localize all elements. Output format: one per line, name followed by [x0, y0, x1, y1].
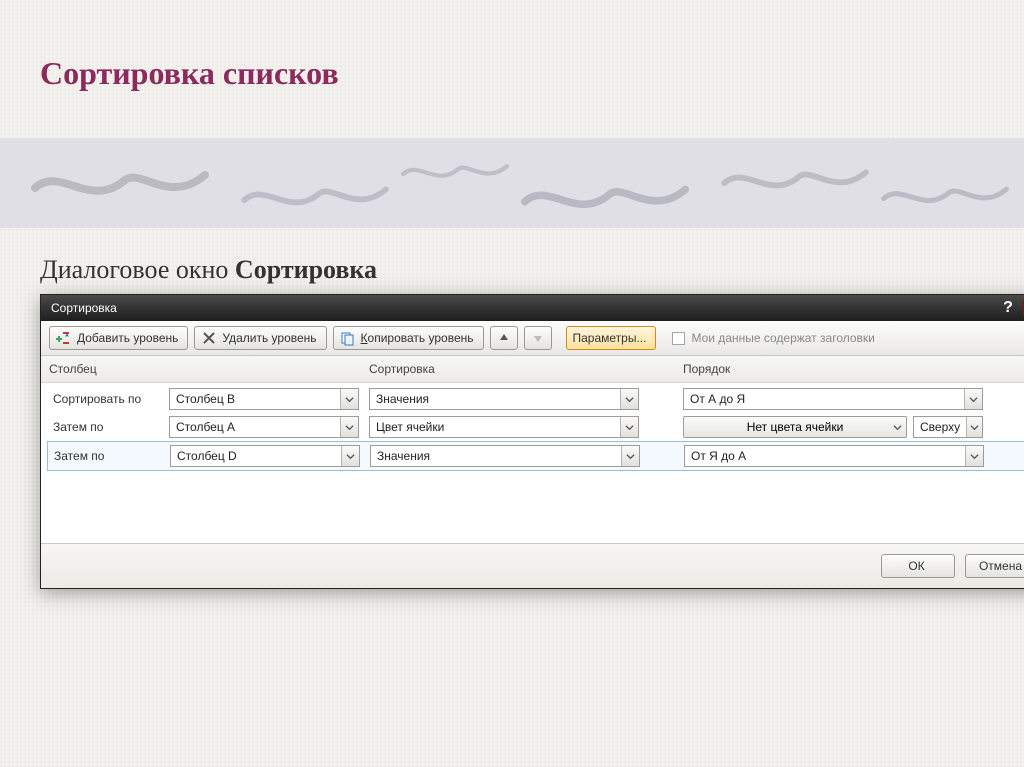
dialog-toolbar: Добавить уровень Удалить уровень Копиров…: [41, 321, 1024, 356]
subtitle-bold: Сортировка: [235, 255, 377, 284]
chevron-down-icon: [893, 417, 902, 437]
header-column: Столбец: [49, 362, 369, 376]
chevron-down-icon: [964, 389, 982, 409]
order-combo[interactable]: От А до Я: [683, 388, 983, 410]
arrow-up-icon: [499, 333, 509, 343]
sort-row[interactable]: Затем по Столбец A Цвет ячейки Нет цвета…: [47, 413, 1024, 441]
row-label: Затем по: [50, 449, 170, 463]
order-value: От Я до А: [685, 449, 965, 463]
subtitle: Диалоговое окно Сортировка: [40, 255, 377, 285]
copy-icon: [340, 330, 356, 346]
sorton-value: Значения: [370, 392, 620, 406]
chevron-down-icon: [620, 417, 638, 437]
row-label: Сортировать по: [49, 392, 169, 406]
sort-row[interactable]: Затем по Столбец D Значения От Я до А: [47, 441, 1024, 471]
column-combo[interactable]: Столбец A: [169, 416, 359, 438]
chevron-down-icon: [340, 417, 358, 437]
header-sorton: Сортировка: [369, 362, 683, 376]
swirl-icon: [880, 172, 1010, 218]
headers-checkbox-label: Мои данные содержат заголовки: [691, 331, 874, 345]
dialog-titlebar[interactable]: Сортировка ?: [41, 295, 1024, 321]
sorton-combo[interactable]: Значения: [370, 445, 640, 467]
move-up-button[interactable]: [490, 326, 518, 350]
delete-level-label: Удалить уровень: [222, 331, 316, 345]
swirl-icon: [400, 148, 510, 194]
color-combo[interactable]: Нет цвета ячейки: [683, 416, 907, 438]
grid-body: Сортировать по Столбец B Значения От А д…: [41, 383, 1024, 543]
copy-level-button[interactable]: Копировать уровень: [333, 326, 484, 350]
column-value: Столбец A: [170, 420, 340, 434]
subtitle-prefix: Диалоговое окно: [40, 255, 235, 284]
column-combo[interactable]: Столбец B: [169, 388, 359, 410]
add-level-label: Добавить уровень: [77, 331, 178, 345]
grid-headers: Столбец Сортировка Порядок: [41, 356, 1024, 383]
chevron-down-icon: [340, 389, 358, 409]
chevron-down-icon: [621, 446, 639, 466]
delete-level-button[interactable]: Удалить уровень: [194, 326, 326, 350]
delete-icon: [201, 330, 217, 346]
header-order: Порядок: [683, 362, 1024, 376]
help-button[interactable]: ?: [997, 298, 1019, 318]
sorton-combo[interactable]: Значения: [369, 388, 639, 410]
decorative-band: [0, 138, 1024, 228]
column-combo[interactable]: Столбец D: [170, 445, 360, 467]
chevron-down-icon: [341, 446, 359, 466]
arrow-down-icon: [533, 333, 543, 343]
swirl-icon: [520, 174, 690, 220]
sort-row[interactable]: Сортировать по Столбец B Значения От А д…: [47, 385, 1024, 413]
move-down-button[interactable]: [524, 326, 552, 350]
column-value: Столбец D: [171, 449, 341, 463]
headers-checkbox[interactable]: [672, 332, 685, 345]
add-level-button[interactable]: Добавить уровень: [49, 326, 188, 350]
parameters-button[interactable]: Параметры...: [566, 326, 657, 350]
position-value: Сверху: [914, 420, 966, 434]
sorton-value: Значения: [371, 449, 621, 463]
copy-level-label: Копировать уровень: [361, 331, 474, 345]
position-combo[interactable]: Сверху: [913, 416, 983, 438]
swirl-icon: [240, 173, 390, 219]
sorton-value: Цвет ячейки: [370, 420, 620, 434]
add-level-icon: [56, 330, 72, 346]
slide-background: Сортировка списков Диалоговое окно Сорти…: [0, 0, 1024, 767]
chevron-down-icon: [966, 417, 982, 437]
sorton-combo[interactable]: Цвет ячейки: [369, 416, 639, 438]
cancel-button[interactable]: Отмена: [965, 554, 1024, 578]
column-value: Столбец B: [170, 392, 340, 406]
swirl-icon: [720, 156, 870, 202]
ok-button[interactable]: ОК: [881, 554, 955, 578]
swirl-icon: [30, 160, 210, 206]
color-value: Нет цвета ячейки: [747, 420, 844, 434]
dialog-title: Сортировка: [51, 301, 993, 315]
chevron-down-icon: [620, 389, 638, 409]
row-label: Затем по: [49, 420, 169, 434]
chevron-down-icon: [965, 446, 983, 466]
order-value: От А до Я: [684, 392, 964, 406]
sort-dialog: Сортировка ? Добавить уровень Удалить ур…: [40, 294, 1024, 589]
slide-title: Сортировка списков: [40, 55, 339, 92]
headers-checkbox-wrap[interactable]: Мои данные содержат заголовки: [672, 331, 874, 345]
order-combo[interactable]: От Я до А: [684, 445, 984, 467]
dialog-footer: ОК Отмена: [41, 543, 1024, 588]
